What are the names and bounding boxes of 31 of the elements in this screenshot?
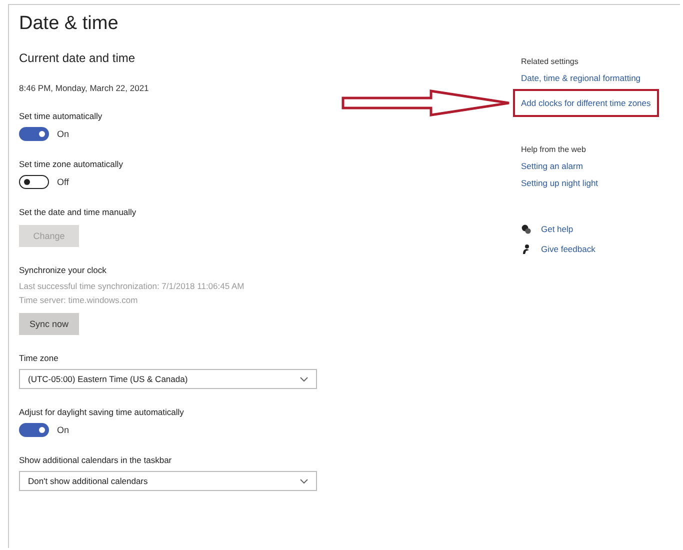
toggle-switch[interactable]: [19, 423, 49, 437]
sync-info: Last successful time synchronization: 7/1/2018 11:06:45 AM Time server: time.windows.com: [19, 280, 246, 307]
page-title: Date & time: [19, 13, 120, 35]
toggle-state-label: Off: [57, 177, 69, 187]
setting-label: Time zone: [19, 353, 60, 363]
toggle-switch[interactable]: [19, 127, 49, 141]
current-time: 8:46 PM, Monday, March 22, 2021: [19, 83, 150, 93]
toggle-state-label: On: [57, 129, 70, 139]
sync-button[interactable]: Sync now: [19, 313, 79, 335]
chevron-down-icon: [300, 478, 308, 484]
setting-label: Set the date and time manually: [19, 207, 138, 217]
dropdown[interactable]: (UTC-05:00) Eastern Time (US & Canada): [19, 369, 317, 389]
help-link[interactable]: Setting up night light: [521, 178, 598, 188]
setting-label: Show additional calendars in the taskbar: [19, 455, 173, 465]
setting-label: Synchronize your clock: [19, 265, 108, 275]
chevron-down-icon: [300, 376, 308, 382]
settings-link[interactable]: Date, time & regional formatting: [521, 73, 641, 83]
chat-bubbles-icon: [521, 224, 531, 234]
section-heading: Current date and time: [19, 51, 136, 65]
help-link[interactable]: Setting an alarm: [521, 161, 583, 171]
section-heading: Help from the web: [521, 145, 587, 154]
person-icon: [521, 244, 531, 254]
toggle-switch[interactable]: [19, 175, 49, 189]
action-link[interactable]: Get help: [541, 224, 574, 234]
setting-label: Set time zone automatically: [19, 159, 124, 169]
dropdown[interactable]: Don't show additional calendars: [19, 471, 317, 491]
toggle-state-label: On: [57, 425, 70, 435]
setting-label: Adjust for daylight saving time automatically: [19, 407, 185, 417]
setting-label: Set time automatically: [19, 111, 104, 121]
section-heading: Related settings: [521, 57, 580, 66]
action-link[interactable]: Give feedback: [541, 244, 596, 254]
